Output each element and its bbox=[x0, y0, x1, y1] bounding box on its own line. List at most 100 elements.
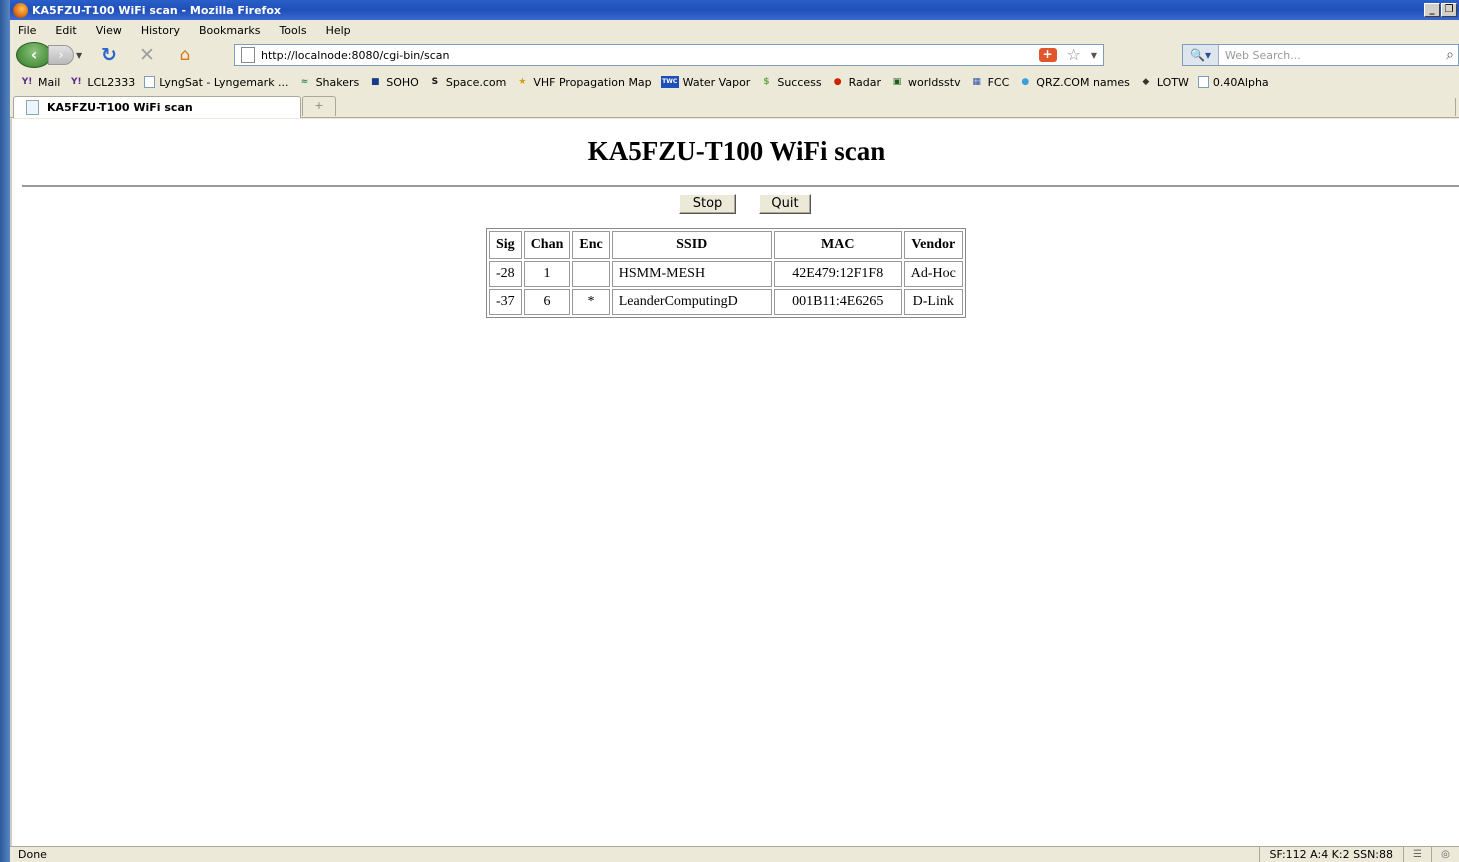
cell-enc bbox=[572, 261, 610, 287]
minimize-button[interactable]: _ bbox=[1424, 3, 1440, 17]
header-ssid: SSID bbox=[611, 231, 772, 259]
menu-help[interactable]: Help bbox=[326, 24, 351, 37]
stop-button[interactable]: Stop bbox=[679, 194, 736, 214]
cell-chan: 1 bbox=[523, 261, 571, 287]
bookmark-item[interactable]: ● QRZ.COM names bbox=[1018, 76, 1130, 89]
new-tab-button[interactable]: + bbox=[302, 96, 336, 116]
search-go-icon[interactable]: ⌕ bbox=[1446, 47, 1458, 63]
bookmark-item[interactable]: ▦ FCC bbox=[970, 75, 1010, 89]
addon-status-icon[interactable]: ☰ bbox=[1403, 846, 1431, 862]
menu-file[interactable]: File bbox=[18, 24, 36, 37]
header-enc: Enc bbox=[572, 231, 610, 259]
bookmark-item[interactable]: ◆ LOTW bbox=[1139, 75, 1189, 89]
twc-icon: TWC bbox=[660, 76, 679, 88]
divider bbox=[22, 185, 1459, 187]
history-dropdown-icon[interactable]: ▼ bbox=[76, 51, 86, 60]
bookmarks-toolbar: Y! Mail Y! LCL2333 LyngSat - Lyngemark ... ≈ S… bbox=[10, 70, 1459, 94]
search-engine-icon[interactable]: 🔍▾ bbox=[1183, 45, 1219, 65]
bookmark-item[interactable]: ★ VHF Propagation Map bbox=[515, 76, 651, 89]
forward-button[interactable]: › bbox=[48, 45, 74, 65]
bookmark-label: QRZ.COM names bbox=[1036, 75, 1130, 89]
bookmark-label: SOHO bbox=[386, 75, 419, 89]
cell-vendor: D-Link bbox=[903, 289, 963, 315]
reload-icon[interactable]: ↻ bbox=[94, 43, 124, 67]
menu-history[interactable]: History bbox=[141, 24, 180, 37]
cell-sig: -37 bbox=[489, 289, 522, 315]
bookmark-item[interactable]: ■ SOHO bbox=[368, 76, 419, 89]
bookmark-label: Space.com bbox=[445, 75, 507, 89]
fcc-icon: ▦ bbox=[972, 77, 981, 87]
cell-mac: 42E479:12F1F8 bbox=[773, 261, 902, 287]
firefox-icon bbox=[13, 2, 28, 18]
menu-tools[interactable]: Tools bbox=[279, 24, 306, 37]
status-text: Done bbox=[18, 848, 47, 861]
url-dropdown-icon[interactable]: ▼ bbox=[1091, 51, 1097, 60]
header-mac: MAC bbox=[773, 231, 902, 259]
window-title: KA5FZU-T100 WiFi scan - Mozilla Firefox bbox=[32, 3, 281, 17]
url-bar[interactable]: http://localnode:8080/cgi-bin/scan + ☆ ▼ bbox=[234, 44, 1104, 66]
bookmark-item[interactable]: ▣ worldsstv bbox=[890, 76, 961, 89]
header-vendor: Vendor bbox=[903, 231, 963, 259]
addon-icon[interactable]: + bbox=[1038, 48, 1057, 62]
bookmark-star-icon[interactable]: ☆ bbox=[1067, 47, 1081, 63]
yahoo-icon: Y! bbox=[71, 77, 82, 87]
tab-strip: KA5FZU-T100 WiFi scan + bbox=[10, 94, 1459, 118]
table-row: -37 6 * LeanderComputingD 001B11:4E6265 … bbox=[489, 289, 963, 315]
worldsstv-icon: ▣ bbox=[892, 77, 902, 87]
success-icon: $ bbox=[763, 77, 770, 87]
soho-icon: ■ bbox=[371, 77, 380, 87]
navigation-toolbar: ‹ › ▼ ↻ ✕ ⌂ http://localnode:8080/cgi-bi… bbox=[10, 40, 1459, 70]
menu-bookmarks[interactable]: Bookmarks bbox=[199, 24, 260, 37]
bookmark-item[interactable]: Y! Mail bbox=[20, 75, 61, 89]
bookmark-label: Mail bbox=[38, 75, 61, 89]
quit-button[interactable]: Quit bbox=[759, 194, 811, 214]
status-panel: SF:112 A:4 K:2 SSN:88 bbox=[1258, 846, 1404, 862]
back-button[interactable]: ‹ bbox=[16, 42, 52, 68]
stop-icon[interactable]: ✕ bbox=[132, 43, 162, 67]
tab-page-icon bbox=[26, 100, 39, 115]
cell-ssid: HSMM-MESH bbox=[611, 261, 772, 287]
menu-edit[interactable]: Edit bbox=[55, 24, 76, 37]
bookmark-label: LCL2333 bbox=[87, 75, 136, 89]
bookmark-item[interactable]: TWC Water Vapor bbox=[660, 75, 751, 89]
cell-sig: -28 bbox=[489, 261, 522, 287]
bookmark-label: Success bbox=[777, 75, 822, 89]
menu-bar: File Edit View History Bookmarks Tools H… bbox=[10, 20, 1459, 40]
bookmark-label: worldsstv bbox=[908, 75, 961, 89]
space-icon: S bbox=[431, 77, 439, 87]
menu-view[interactable]: View bbox=[96, 24, 122, 37]
shakers-icon: ≈ bbox=[300, 77, 309, 87]
bookmark-item[interactable]: Y! LCL2333 bbox=[69, 76, 135, 89]
bookmark-item[interactable]: ● Radar bbox=[831, 76, 881, 89]
search-input[interactable]: Web Search... bbox=[1219, 49, 1446, 62]
tab-scroll[interactable] bbox=[1455, 98, 1459, 116]
cell-mac: 001B11:4E6265 bbox=[773, 289, 902, 315]
bookmark-label: Shakers bbox=[315, 75, 360, 89]
bookmark-label: Water Vapor bbox=[682, 75, 751, 89]
page-content: KA5FZU-T100 WiFi scan Stop Quit Sig Chan… bbox=[10, 119, 1459, 846]
bookmark-item[interactable]: 0.40Alpha bbox=[1197, 76, 1269, 89]
cell-enc: * bbox=[572, 289, 610, 315]
bookmark-label: VHF Propagation Map bbox=[533, 75, 652, 89]
home-icon[interactable]: ⌂ bbox=[170, 43, 200, 67]
bookmark-label: FCC bbox=[987, 75, 1010, 89]
tab-active[interactable]: KA5FZU-T100 WiFi scan bbox=[13, 96, 301, 118]
radar-icon: ● bbox=[833, 77, 842, 87]
search-bar[interactable]: 🔍▾ Web Search... ⌕ bbox=[1182, 44, 1459, 66]
bookmark-item[interactable]: LyngSat - Lyngemark ... bbox=[144, 76, 289, 89]
propagation-icon: ★ bbox=[518, 77, 527, 87]
restore-button[interactable]: ❐ bbox=[1441, 3, 1457, 17]
page-icon bbox=[144, 76, 156, 88]
url-text[interactable]: http://localnode:8080/cgi-bin/scan bbox=[261, 49, 449, 62]
bookmark-item[interactable]: S Space.com bbox=[428, 76, 507, 89]
bookmark-item[interactable]: ≈ Shakers bbox=[298, 75, 360, 89]
bookmark-item[interactable]: $ Success bbox=[759, 76, 821, 89]
bookmark-label: LOTW bbox=[1156, 75, 1189, 89]
network-status-icon[interactable]: ◎ bbox=[1431, 846, 1459, 862]
table-header-row: Sig Chan Enc SSID MAC Vendor bbox=[489, 231, 963, 259]
status-bar: Done SF:112 A:4 K:2 SSN:88 ☰ ◎ bbox=[10, 846, 1459, 862]
lotw-icon: ◆ bbox=[1142, 77, 1150, 87]
browser-window: KA5FZU-T100 WiFi scan - Mozilla Firefox … bbox=[10, 0, 1459, 862]
cell-ssid: LeanderComputingD bbox=[611, 289, 772, 315]
table-row: -28 1 HSMM-MESH 42E479:12F1F8 Ad-Hoc bbox=[489, 261, 963, 287]
